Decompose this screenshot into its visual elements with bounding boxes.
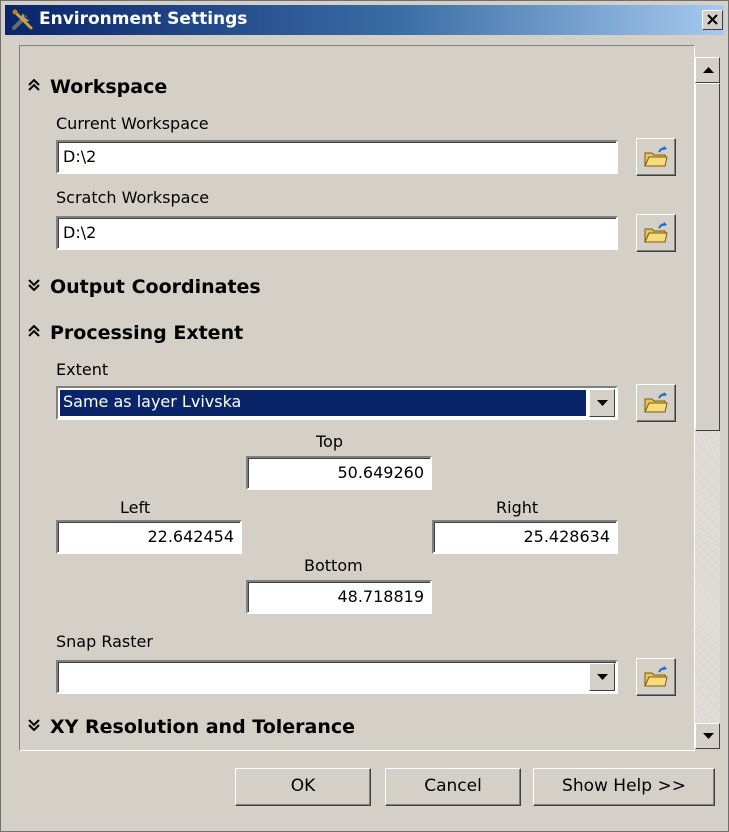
window-title: Environment Settings <box>39 9 248 29</box>
extent-dropdown[interactable]: Same as layer Lvivska <box>56 386 618 420</box>
snap-raster-label: Snap Raster <box>56 632 153 651</box>
scratch-workspace-browse-button[interactable] <box>636 214 676 252</box>
section-title: XY Resolution and Tolerance <box>50 716 356 738</box>
left-label: Left <box>120 498 151 517</box>
arrow-up-icon <box>703 67 714 73</box>
bottom-input[interactable]: 48.718819 <box>246 580 432 614</box>
vertical-scrollbar[interactable] <box>695 57 720 749</box>
chevron-down-icon <box>597 400 608 406</box>
section-title: Output Coordinates <box>50 276 261 298</box>
left-input[interactable]: 22.642454 <box>56 520 242 554</box>
title-bar[interactable]: Environment Settings <box>5 5 724 35</box>
cancel-button[interactable]: Cancel <box>385 768 521 806</box>
chevron-double-down-icon <box>28 279 44 295</box>
top-label: Top <box>316 432 343 451</box>
scroll-down-button[interactable] <box>695 723 720 749</box>
arrow-down-icon <box>703 733 714 739</box>
current-workspace-value: D:\2 <box>63 147 97 166</box>
left-value: 22.642454 <box>147 527 234 546</box>
scratch-workspace-input[interactable]: D:\2 <box>56 216 618 250</box>
environment-settings-dialog: Environment Settings Workspace Current W… <box>0 0 729 832</box>
ok-button[interactable]: OK <box>235 768 371 806</box>
section-workspace-header[interactable]: Workspace <box>28 76 167 98</box>
dropdown-arrow-button[interactable] <box>589 663 615 691</box>
show-help-button[interactable]: Show Help >> <box>533 768 715 806</box>
bottom-value: 48.718819 <box>337 587 424 606</box>
scroll-thumb[interactable] <box>695 83 720 431</box>
extent-label: Extent <box>56 360 109 379</box>
tools-icon <box>12 9 33 30</box>
close-icon <box>707 14 718 25</box>
top-input[interactable]: 50.649260 <box>246 456 432 490</box>
right-label: Right <box>496 498 539 517</box>
current-workspace-label: Current Workspace <box>56 114 209 133</box>
chevron-down-icon <box>597 674 608 680</box>
dropdown-arrow-button[interactable] <box>589 389 615 417</box>
right-value: 25.428634 <box>523 527 610 546</box>
extent-browse-button[interactable] <box>636 384 676 422</box>
extent-value: Same as layer Lvivska <box>63 392 242 411</box>
scratch-workspace-label: Scratch Workspace <box>56 188 210 207</box>
scroll-up-button[interactable] <box>695 57 720 83</box>
open-folder-icon <box>644 146 668 167</box>
extent-selected: Same as layer Lvivska <box>60 390 586 416</box>
open-folder-icon <box>644 392 668 413</box>
section-output-coordinates-header[interactable]: Output Coordinates <box>28 276 261 298</box>
section-title: Workspace <box>50 76 168 98</box>
current-workspace-input[interactable]: D:\2 <box>56 140 618 174</box>
section-processing-extent-header[interactable]: Processing Extent <box>28 322 243 344</box>
top-value: 50.649260 <box>337 463 424 482</box>
current-workspace-browse-button[interactable] <box>636 138 676 176</box>
chevron-double-up-icon <box>28 78 44 95</box>
chevron-double-down-icon <box>28 719 44 735</box>
chevron-double-up-icon <box>28 324 44 341</box>
scratch-workspace-value: D:\2 <box>63 223 97 242</box>
section-xy-resolution-header[interactable]: XY Resolution and Tolerance <box>28 716 355 738</box>
section-title: Processing Extent <box>50 322 244 344</box>
open-folder-icon <box>644 666 668 687</box>
snap-raster-dropdown[interactable] <box>56 660 618 694</box>
right-input[interactable]: 25.428634 <box>432 520 618 554</box>
open-folder-icon <box>644 222 668 243</box>
bottom-label: Bottom <box>304 556 363 575</box>
settings-panel: Workspace Current Workspace D:\2 Scratch… <box>19 45 695 751</box>
close-button[interactable] <box>702 10 723 30</box>
snap-raster-browse-button[interactable] <box>636 658 676 696</box>
